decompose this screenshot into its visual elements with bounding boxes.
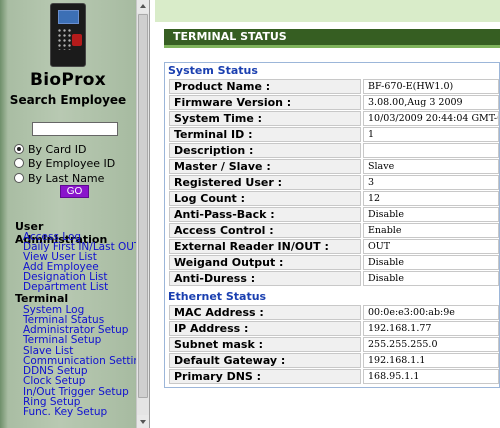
search-by-last-name-option[interactable]: By Last Name	[14, 171, 104, 185]
menu-link-terminal-setup[interactable]: Terminal Setup	[23, 335, 101, 346]
search-employee-heading: Search Employee	[9, 93, 127, 107]
status-label: External Reader IN/OUT :	[169, 239, 361, 254]
status-value: 192.168.1.1	[363, 353, 499, 368]
status-label: Anti-Pass-Back :	[169, 207, 361, 222]
page-title: TERMINAL STATUS	[173, 30, 287, 43]
search-option-label: By Last Name	[28, 171, 105, 185]
status-value: 168.95.1.1	[363, 369, 499, 384]
status-value: 192.168.1.77	[363, 321, 499, 336]
status-label: Registered User :	[169, 175, 361, 190]
status-row-mac-address: MAC Address : 00:0e:e3:00:ab:9e	[169, 305, 499, 320]
status-row-log-count: Log Count : 12	[169, 191, 499, 206]
status-value: BF-670-E(HW1.0)	[363, 79, 499, 94]
status-label: Terminal ID :	[169, 127, 361, 142]
status-value: 1	[363, 127, 499, 142]
ethernet-status-heading: Ethernet Status	[168, 290, 267, 303]
status-label: Product Name :	[169, 79, 361, 94]
radio-button-icon[interactable]	[14, 173, 24, 183]
brand-title: BioProx	[29, 70, 107, 90]
status-value: Disable	[363, 271, 499, 286]
status-row-anti-pass-back: Anti-Pass-Back : Disable	[169, 207, 499, 222]
employee-search-input[interactable]	[32, 122, 118, 136]
status-value: 12	[363, 191, 499, 206]
status-row-anti-duress: Anti-Duress : Disable	[169, 271, 499, 286]
status-row-description: Description :	[169, 143, 499, 158]
status-row-system-time: System Time : 10/03/2009 20:44:04 GMT-05	[169, 111, 499, 126]
search-by-card-id-option[interactable]: By Card ID	[14, 142, 87, 156]
device-screen-graphic	[58, 10, 79, 24]
search-option-label: By Employee ID	[28, 156, 116, 170]
main-content-frame: TERMINAL STATUS System Status Product Na…	[151, 0, 500, 428]
status-label: Access Control :	[169, 223, 361, 238]
status-row-master-slave: Master / Slave : Slave	[169, 159, 499, 174]
left-frame-scrollbar[interactable]	[136, 0, 149, 428]
status-label: Log Count :	[169, 191, 361, 206]
status-value	[363, 143, 499, 158]
status-value: Slave	[363, 159, 499, 174]
search-by-employee-id-option[interactable]: By Employee ID	[14, 156, 115, 170]
status-label: Primary DNS :	[169, 369, 361, 384]
go-button[interactable]: GO	[60, 185, 89, 198]
status-row-firmware-version: Firmware Version : 3.08.00,Aug 3 2009	[169, 95, 499, 110]
status-label: MAC Address :	[169, 305, 361, 320]
search-option-label: By Card ID	[28, 142, 87, 156]
status-row-primary-dns: Primary DNS : 168.95.1.1	[169, 369, 499, 384]
status-label: Master / Slave :	[169, 159, 361, 174]
radio-button-icon[interactable]	[14, 144, 24, 154]
status-label: System Time :	[169, 111, 361, 126]
status-value: 255.255.255.0	[363, 337, 499, 352]
status-row-product-name: Product Name : BF-670-E(HW1.0)	[169, 79, 499, 94]
status-label: Subnet mask :	[169, 337, 361, 352]
status-label: Default Gateway :	[169, 353, 361, 368]
header-strip	[155, 0, 500, 22]
device-keypad-graphic	[57, 28, 71, 50]
status-row-subnet-mask: Subnet mask : 255.255.255.0	[169, 337, 499, 352]
left-navigation-frame: BioProx Search Employee By Card ID By Em…	[0, 0, 150, 428]
status-value: Disable	[363, 207, 499, 222]
system-status-heading: System Status	[168, 64, 258, 77]
status-value: OUT	[363, 239, 499, 254]
fingerprint-scanner-graphic	[72, 34, 82, 46]
menu-link-clock-setup[interactable]: Clock Setup	[23, 376, 85, 387]
status-value: 3.08.00,Aug 3 2009	[363, 95, 499, 110]
scrollbar-thumb[interactable]	[138, 14, 148, 398]
status-row-weigand-output: Weigand Output : Disable	[169, 255, 499, 270]
status-label: IP Address :	[169, 321, 361, 336]
terminal-device-logo	[50, 3, 86, 67]
status-label: Description :	[169, 143, 361, 158]
terminal-status-title-bar: TERMINAL STATUS	[164, 29, 500, 48]
terminal-status-panel: System Status Product Name : BF-670-E(HW…	[164, 62, 500, 388]
menu-link-department-list[interactable]: Department List	[23, 282, 108, 293]
status-value: Disable	[363, 255, 499, 270]
navigation-panel: BioProx Search Employee By Card ID By Em…	[0, 0, 147, 428]
status-value: 10/03/2009 20:44:04 GMT-05	[363, 111, 499, 126]
status-row-default-gateway: Default Gateway : 192.168.1.1	[169, 353, 499, 368]
menu-link-func-key-setup[interactable]: Func. Key Setup	[23, 407, 107, 418]
status-row-ip-address: IP Address : 192.168.1.77	[169, 321, 499, 336]
status-row-terminal-id: Terminal ID : 1	[169, 127, 499, 142]
title-bar-underline	[164, 45, 500, 48]
status-row-access-control: Access Control : Enable	[169, 223, 499, 238]
status-label: Firmware Version :	[169, 95, 361, 110]
status-value: 00:0e:e3:00:ab:9e	[363, 305, 499, 320]
scroll-down-arrow-icon[interactable]	[137, 415, 149, 428]
status-row-registered-user: Registered User : 3	[169, 175, 499, 190]
status-row-external-reader: External Reader IN/OUT : OUT	[169, 239, 499, 254]
status-label: Anti-Duress :	[169, 271, 361, 286]
radio-button-icon[interactable]	[14, 158, 24, 168]
status-value: 3	[363, 175, 499, 190]
status-label: Weigand Output :	[169, 255, 361, 270]
scroll-up-arrow-icon[interactable]	[137, 0, 149, 13]
status-value: Enable	[363, 223, 499, 238]
